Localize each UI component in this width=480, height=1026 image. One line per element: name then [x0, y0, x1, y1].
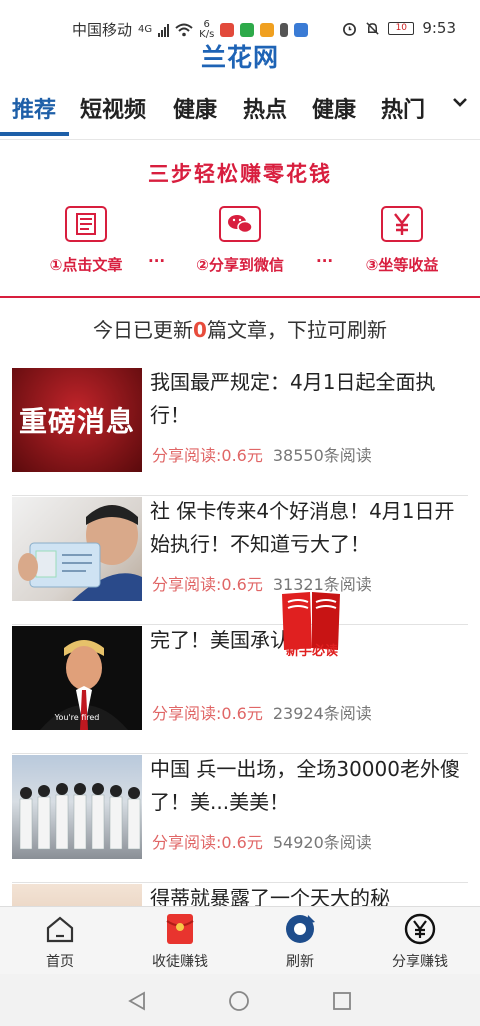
- nav-label: 首页: [46, 954, 74, 970]
- carrier-label: 中国移动: [72, 21, 133, 39]
- step-separator: ···: [316, 252, 334, 270]
- article-thumbnail: [12, 497, 142, 601]
- article-title: 中国 兵一出场，全场30000老外傻了！美...美美！: [150, 757, 460, 814]
- notification-app-icon: [260, 22, 275, 37]
- nav-label: 刷新: [286, 954, 314, 970]
- nav-recruit-earn[interactable]: 收徒赚钱: [120, 913, 240, 971]
- parade-photo: [19, 783, 141, 850]
- article-meta: 分享阅读:0.6元 23924条阅读: [152, 700, 372, 724]
- read-count: 54920条阅读: [272, 833, 372, 852]
- share-reward: 分享阅读:0.6元: [152, 833, 263, 852]
- tab-recommend[interactable]: 推荐: [12, 92, 56, 124]
- status-right: 10 9:53: [342, 19, 456, 37]
- category-tabs: 推荐 短视频 健康 热点 健康 热门: [0, 80, 480, 140]
- badge-label: 新手必读: [285, 644, 338, 659]
- notification-app-icon: [280, 22, 289, 37]
- home-icon: [46, 916, 74, 943]
- article-title: 社 保卡传来4个好消息！4月1日开始执行！不知道亏大了！: [150, 499, 455, 556]
- step-separator: ···: [148, 252, 166, 270]
- article-meta: 分享阅读:0.6元 54920条阅读: [152, 829, 372, 853]
- update-count: 0: [193, 318, 207, 342]
- tab-short-video[interactable]: 短视频: [80, 92, 146, 124]
- mute-icon: [366, 21, 379, 35]
- nav-home[interactable]: 首页: [0, 913, 120, 971]
- article-thumbnail: 重磅消息: [12, 368, 142, 472]
- update-notice: 今日已更新0篇文章，下拉可刷新: [0, 314, 480, 343]
- clock: 9:53: [422, 19, 456, 37]
- promo-title: 三步轻松赚零花钱: [148, 162, 332, 186]
- thumb-caption: You're fired: [54, 713, 100, 722]
- earn-steps-banner[interactable]: 三步轻松赚零花钱 ①点击文章 ··· ②分享到微信 ··· ③坐等收益: [0, 142, 480, 298]
- thumb-caption: 重磅消息: [18, 405, 135, 438]
- tab-health[interactable]: 健康: [173, 92, 217, 124]
- signal-icon: [158, 23, 170, 37]
- update-suffix: 篇文章，下拉可刷新: [206, 318, 387, 342]
- nav-share-earn[interactable]: 分享赚钱: [360, 913, 480, 971]
- step-read-article: ①点击文章: [26, 206, 146, 275]
- newbie-guide-badge[interactable]: 新手必读: [276, 586, 348, 659]
- notification-app-icon: [240, 22, 255, 37]
- back-icon[interactable]: [126, 990, 148, 1012]
- article-meta: 分享阅读:0.6元 38550条阅读: [152, 442, 372, 466]
- wechat-icon: [219, 206, 261, 242]
- recents-icon[interactable]: [331, 990, 353, 1012]
- yuan-icon: [381, 206, 423, 242]
- nav-label: 收徒赚钱: [152, 954, 208, 970]
- chevron-down-icon[interactable]: [452, 96, 468, 108]
- step-label: ②分享到微信: [196, 256, 284, 274]
- article-item[interactable]: 中国 兵一出场，全场30000老外傻了！美...美美！ 分享阅读:0.6元 549…: [0, 755, 480, 883]
- id-card-photo: [18, 505, 142, 601]
- tab-health-2[interactable]: 健康: [312, 92, 356, 124]
- share-reward: 分享阅读:0.6元: [152, 575, 263, 594]
- article-item[interactable]: You're fired 完了！美国承认了... 分享阅读:0.6元 23924条…: [0, 626, 480, 754]
- read-count: 23924条阅读: [272, 704, 372, 723]
- wifi-icon: [175, 23, 193, 36]
- article-item[interactable]: 社 保卡传来4个好消息！4月1日开始执行！不知道亏大了！ 分享阅读:0.6元 31…: [0, 497, 480, 625]
- red-envelope-icon: [166, 914, 194, 944]
- alarm-icon: [343, 22, 357, 36]
- tab-hot-news[interactable]: 热点: [243, 92, 287, 124]
- step-label: ①点击文章: [49, 256, 123, 274]
- network-speed-value: 6: [203, 18, 210, 30]
- notification-app-icon: [220, 22, 235, 37]
- system-nav-bar: [0, 974, 480, 1026]
- step-share-wechat: ②分享到微信: [180, 206, 300, 275]
- status-left: 中国移动 4G 6 K/s: [72, 18, 309, 40]
- share-reward: 分享阅读:0.6元: [152, 704, 263, 723]
- tab-popular[interactable]: 热门: [381, 92, 425, 124]
- share-reward: 分享阅读:0.6元: [152, 446, 263, 465]
- step-label: ③坐等收益: [365, 256, 439, 274]
- active-tab-indicator: [0, 132, 69, 136]
- step-wait-earnings: ③坐等收益: [342, 206, 462, 275]
- article-title: 我国最严规定：4月1日起全面执行！: [150, 370, 436, 427]
- article-icon: [65, 206, 107, 242]
- refresh-icon: [286, 915, 315, 943]
- battery-icon: 10: [388, 21, 415, 35]
- nav-refresh[interactable]: 刷新: [240, 913, 360, 971]
- nav-label: 分享赚钱: [392, 954, 448, 970]
- article-thumbnail: You're fired: [12, 626, 142, 730]
- article-item[interactable]: 重磅消息 我国最严规定：4月1日起全面执行！ 分享阅读:0.6元 38550条阅读: [0, 368, 480, 496]
- yuan-circle-icon: [404, 913, 436, 945]
- app-title: 兰花网: [200, 43, 279, 72]
- update-prefix: 今日已更新: [93, 318, 194, 342]
- notification-app-icon: [294, 22, 309, 37]
- article-thumbnail: [12, 755, 142, 859]
- network-gen: 4G: [138, 23, 153, 35]
- bottom-nav: 首页 收徒赚钱 刷新 分享赚钱: [0, 906, 480, 974]
- read-count: 38550条阅读: [272, 446, 372, 465]
- home-circle-icon[interactable]: [228, 990, 250, 1012]
